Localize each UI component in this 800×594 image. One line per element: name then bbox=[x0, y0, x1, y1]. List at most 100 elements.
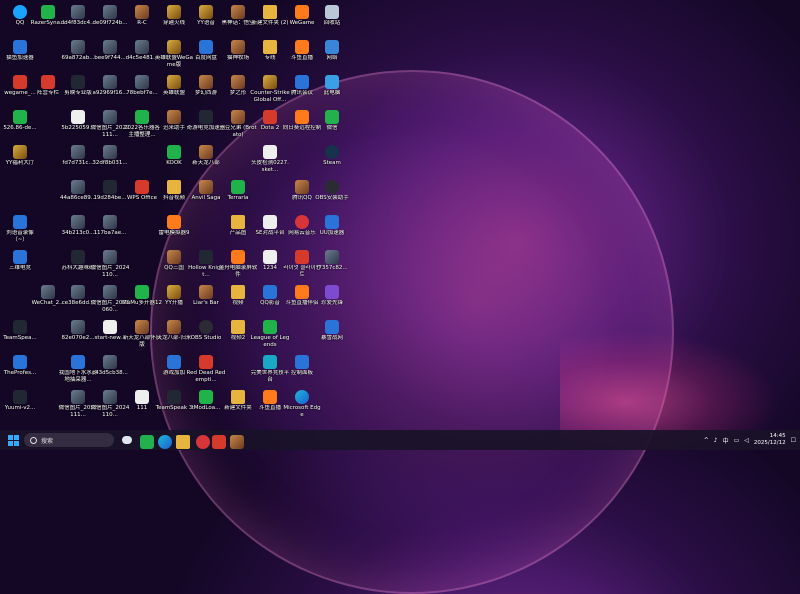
desktop-icon-label: f7357c82... bbox=[316, 265, 348, 271]
network-icon[interactable]: ▭ bbox=[734, 437, 740, 444]
desktop-icon[interactable]: YY福利大厅 bbox=[2, 142, 38, 167]
start-button[interactable] bbox=[6, 433, 20, 447]
desktop-icon[interactable]: 526.86-de... bbox=[2, 107, 38, 132]
chevron-up-icon[interactable]: ^ bbox=[704, 437, 709, 444]
char-icon bbox=[199, 145, 213, 159]
weather-button[interactable] bbox=[120, 433, 134, 447]
desktop-icon[interactable]: 微信图片_2024110... bbox=[90, 247, 130, 278]
desktop-icon-label: 117ba7ae... bbox=[93, 230, 127, 236]
desktop: QQ RazerSyna... dd4f83dc4... de09f724b... R-… bbox=[0, 0, 800, 430]
desktop-icon[interactable]: 2022各乐器各主播整理... bbox=[124, 107, 160, 138]
desktop-icon[interactable]: OBS安装助手 bbox=[314, 177, 350, 202]
input-method[interactable]: 中 bbox=[723, 436, 729, 445]
desktop-icon[interactable]: UU加速器 bbox=[314, 212, 350, 237]
search-icon bbox=[30, 436, 37, 444]
desktop-icon-label: 雷电模拟器9 bbox=[158, 230, 190, 236]
img-icon bbox=[71, 215, 85, 229]
green-icon bbox=[13, 110, 27, 124]
desktop-icon-label: 刘语音录像（~） bbox=[6, 230, 34, 243]
desktop-icon[interactable]: TheProfes... bbox=[2, 352, 38, 377]
cloud-icon bbox=[295, 215, 309, 229]
blue-icon bbox=[71, 355, 85, 369]
desktop-icon-label: 微信图片_2024110... bbox=[90, 265, 130, 278]
img-icon bbox=[103, 110, 117, 124]
desktop-icon[interactable]: 珍爱先锋 bbox=[314, 282, 350, 307]
steam-icon bbox=[325, 145, 339, 159]
microphone-icon[interactable]: ♪ bbox=[714, 437, 718, 444]
notification-icon[interactable]: ☐ bbox=[791, 437, 796, 444]
folder-icon bbox=[231, 320, 245, 334]
game-icon bbox=[167, 5, 181, 19]
search-box[interactable]: 搜索 bbox=[24, 433, 114, 447]
qq-icon bbox=[13, 5, 27, 19]
folder-icon bbox=[167, 180, 181, 194]
folder-icon bbox=[231, 390, 245, 404]
desktop-icon[interactable]: 117ba7ae... bbox=[92, 212, 128, 237]
green-icon bbox=[135, 110, 149, 124]
desktop-icon-label: 三维电竞 bbox=[8, 265, 31, 271]
desktop-icon[interactable]: League of Legends bbox=[251, 317, 289, 348]
char-icon bbox=[135, 320, 149, 334]
desktop-icon[interactable]: 完美世界竞技平台 bbox=[251, 352, 289, 383]
character-icon bbox=[230, 434, 244, 449]
desktop-icon[interactable]: 雷电模拟器9 bbox=[156, 212, 192, 237]
desktop-icon[interactable]: 土豆兄弟 (Brotato) bbox=[219, 107, 257, 138]
folder-icon bbox=[176, 434, 190, 449]
desktop-icon[interactable]: 头皮检测0227.sket... bbox=[251, 142, 289, 173]
desktop-icon-label: TeamSpea... bbox=[3, 335, 37, 341]
desktop-icon[interactable]: c43d5cb38... bbox=[92, 352, 128, 377]
desktop-icon[interactable]: 微信 bbox=[314, 107, 350, 132]
desktop-icon[interactable]: 三维电竞 bbox=[2, 247, 38, 272]
taskbar-netease[interactable] bbox=[196, 433, 210, 449]
green-icon bbox=[167, 145, 181, 159]
desktop-icon[interactable]: Counter-Strike Global Off... bbox=[250, 72, 290, 103]
blue-icon bbox=[167, 355, 181, 369]
desktop-icon[interactable]: 英雄联盟WeGame版 bbox=[155, 37, 193, 68]
green-icon bbox=[263, 320, 277, 334]
dark-icon bbox=[71, 250, 85, 264]
orange-icon bbox=[295, 5, 309, 19]
desktop-icon[interactable]: 微信图片_2023060... bbox=[91, 282, 129, 313]
desktop-icon[interactable]: TeamSpea... bbox=[2, 317, 38, 342]
char-icon bbox=[135, 5, 149, 19]
desktop-icon[interactable]: Steam bbox=[314, 142, 350, 167]
blue-icon bbox=[263, 285, 277, 299]
desktop-icon[interactable]: 新天龙八部 bbox=[188, 142, 224, 167]
volume-icon[interactable]: ◁ bbox=[744, 437, 749, 444]
desktop-icon[interactable]: Yuumi-v2... bbox=[2, 387, 38, 412]
desktop-icon[interactable]: 猫鱼加速器 bbox=[2, 37, 38, 62]
red-icon bbox=[13, 75, 27, 89]
img-icon bbox=[325, 250, 339, 264]
clock[interactable]: 14:45 2025/12/12 bbox=[754, 433, 786, 447]
blue-icon bbox=[13, 250, 27, 264]
desktop-icon[interactable]: Red Dead Redempti... bbox=[187, 352, 225, 383]
desktop-icon[interactable]: 32df8b031... bbox=[92, 142, 128, 167]
desktop-icon[interactable]: 微信图片_2024110... bbox=[91, 387, 129, 418]
desktop-icon[interactable]: 暴雪战网 bbox=[314, 317, 350, 342]
char-icon bbox=[167, 250, 181, 264]
desktop-icon[interactable]: 新天龙八部怀旧版 bbox=[123, 317, 161, 348]
taskbar-explorer[interactable] bbox=[176, 433, 190, 449]
desktop-icon[interactable]: Terraria bbox=[220, 177, 256, 202]
taskbar-wechat[interactable] bbox=[140, 433, 154, 449]
green-icon bbox=[199, 390, 213, 404]
file-icon bbox=[135, 390, 149, 404]
desktop-icon[interactable]: Microsoft Edge bbox=[283, 387, 321, 418]
taskbar-edge[interactable] bbox=[158, 433, 172, 449]
taskbar-character[interactable] bbox=[230, 433, 244, 449]
red-icon bbox=[41, 75, 55, 89]
desktop-icon[interactable]: 我国地下水水源地抽采器... bbox=[59, 352, 97, 383]
desktop-icon[interactable]: 刘语音录像（~） bbox=[2, 212, 38, 243]
orange-icon bbox=[295, 110, 309, 124]
dark-icon bbox=[71, 75, 85, 89]
desktop-icon[interactable]: 金舟电脑录屏软件 bbox=[219, 247, 257, 278]
desktop-icon[interactable]: 控制面板 bbox=[284, 352, 320, 377]
desktop-icon[interactable]: f7357c82... bbox=[314, 247, 350, 272]
dark-icon bbox=[199, 250, 213, 264]
desktop-icon[interactable]: 回收站 bbox=[314, 2, 350, 27]
desktop-icon-label: 珍爱先锋 bbox=[320, 300, 343, 306]
desktop-icon[interactable]: 网络 bbox=[314, 37, 350, 62]
file-icon bbox=[103, 320, 117, 334]
taskbar-app[interactable] bbox=[212, 433, 226, 449]
desktop-icon[interactable]: 此电脑 bbox=[314, 72, 350, 97]
